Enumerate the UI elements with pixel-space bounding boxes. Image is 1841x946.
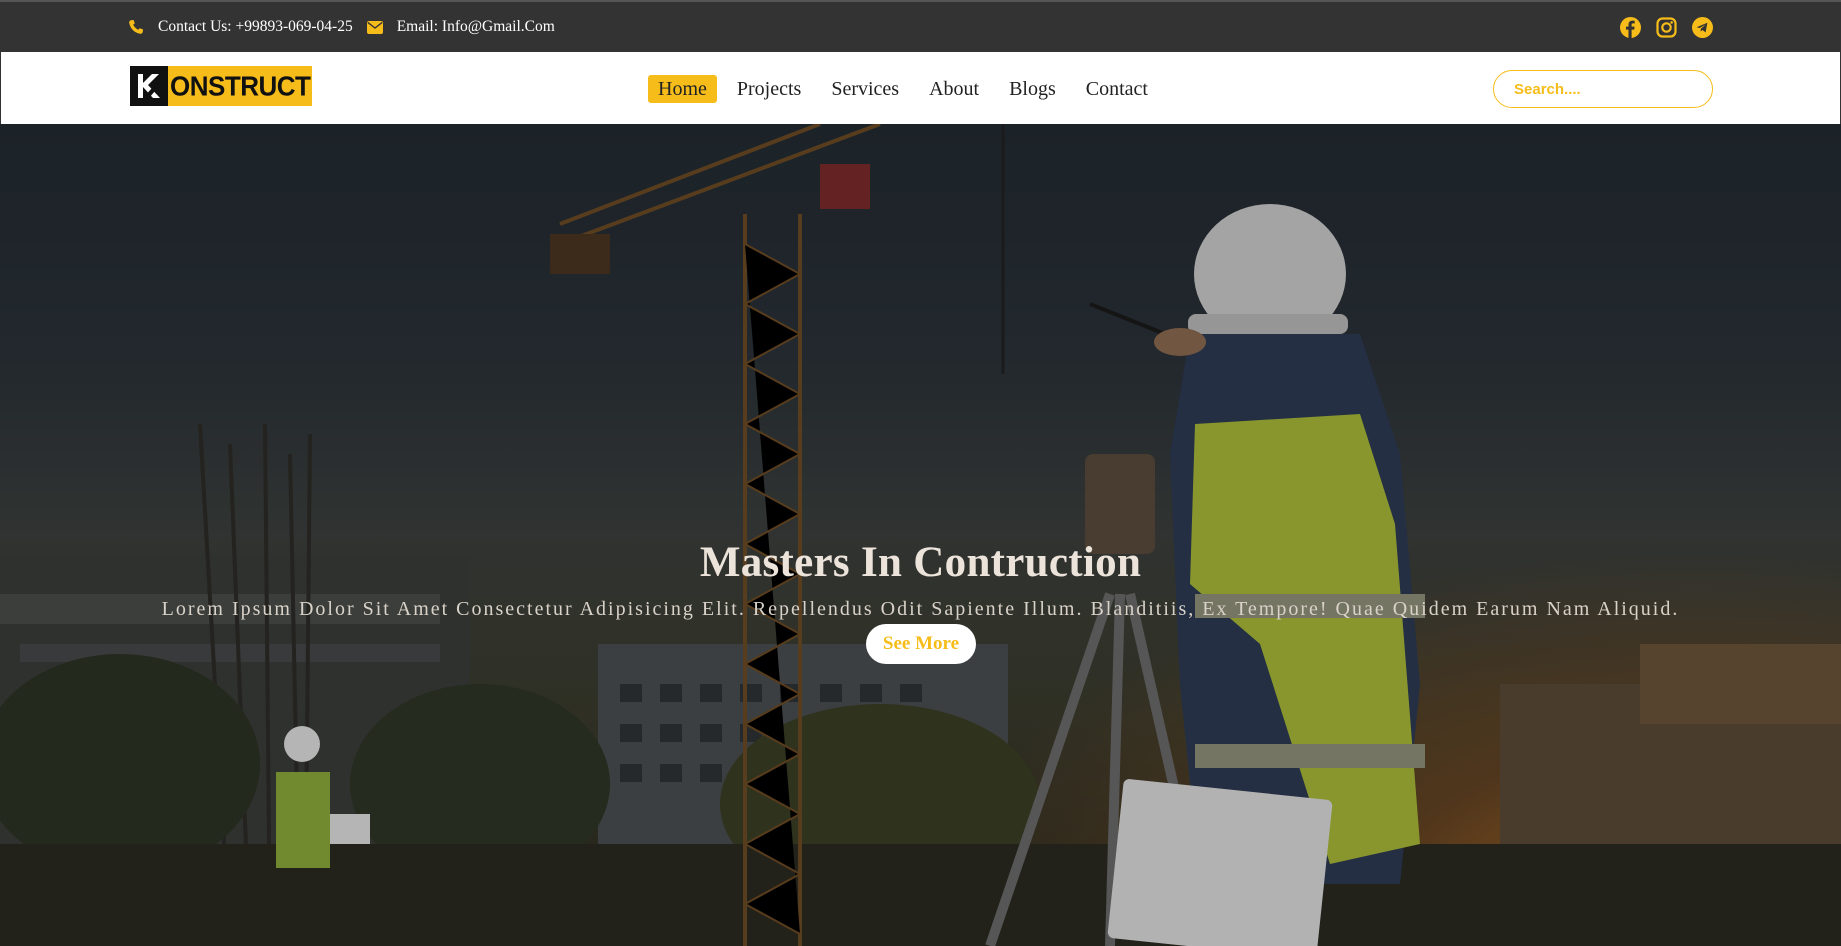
social-links [1620, 16, 1713, 38]
search-input[interactable] [1493, 70, 1713, 108]
hero-subtitle: Lorem Ipsum Dolor Sit Amet Consectetur A… [161, 598, 1680, 620]
logo-text: ONSTRUCT [170, 70, 311, 102]
nav-link-services[interactable]: Services [821, 75, 909, 103]
topbar: Contact Us: +99893-069-04-25 Email: Info… [0, 0, 1841, 52]
contact-info: Contact Us: +99893-069-04-25 Email: Info… [128, 18, 555, 36]
logo-mark-icon [130, 66, 168, 106]
nav-link-blogs[interactable]: Blogs [999, 75, 1066, 103]
contact-email-label: Email: Info@Gmail.Com [396, 18, 555, 35]
contact-phone-label: Contact Us: +99893-069-04-25 [158, 18, 353, 35]
contact-phone[interactable]: Contact Us: +99893-069-04-25 [128, 18, 353, 36]
navbar: ONSTRUCT Home Projects Services About Bl… [0, 52, 1841, 124]
nav-link-projects[interactable]: Projects [727, 75, 811, 103]
telegram-icon[interactable] [1692, 16, 1713, 38]
see-more-button[interactable]: See More [866, 624, 976, 664]
facebook-icon[interactable] [1620, 16, 1641, 38]
nav-link-about[interactable]: About [919, 75, 989, 103]
main-nav: Home Projects Services About Blogs Conta… [648, 75, 1168, 103]
contact-email[interactable]: Email: Info@Gmail.Com [366, 18, 555, 36]
nav-link-home[interactable]: Home [648, 75, 717, 103]
hero-section: Masters In Contruction Lorem Ipsum Dolor… [0, 124, 1841, 946]
logo[interactable]: ONSTRUCT [130, 66, 312, 106]
hero-title: Masters In Contruction [699, 539, 1142, 586]
phone-icon [128, 19, 144, 35]
instagram-icon[interactable] [1656, 16, 1677, 38]
envelope-icon [366, 20, 383, 34]
nav-link-contact[interactable]: Contact [1076, 75, 1158, 103]
hero-dark-overlay [0, 124, 1841, 946]
